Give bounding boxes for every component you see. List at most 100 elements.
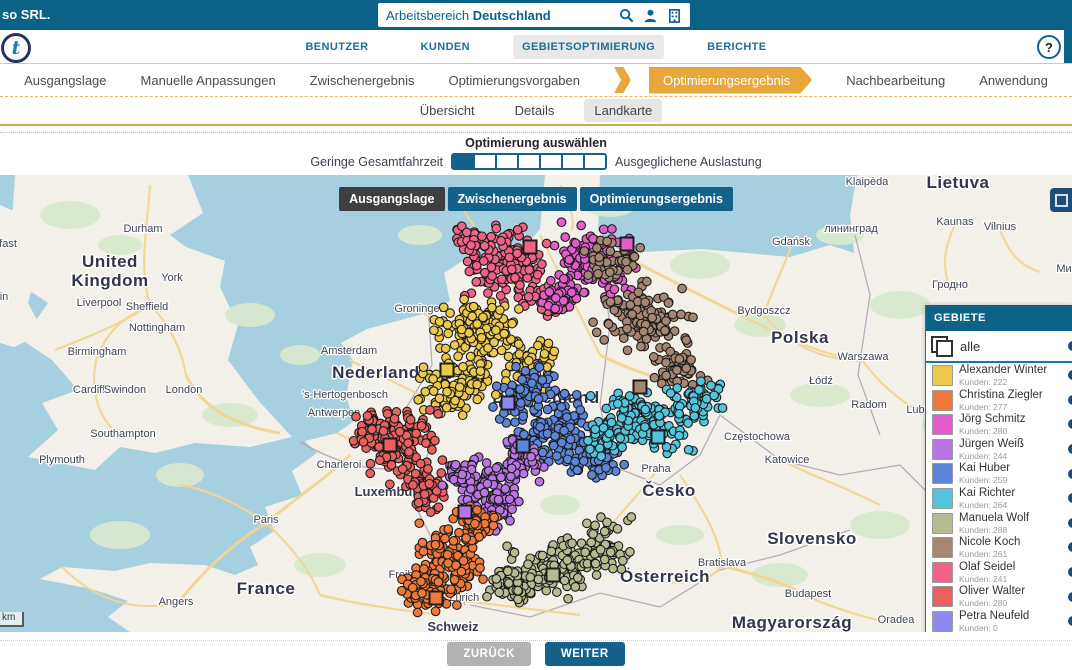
optimizer-slider[interactable]	[451, 153, 607, 170]
svg-text:Katowice: Katowice	[765, 454, 810, 466]
territory-color-swatch	[932, 513, 953, 534]
tab--bersicht[interactable]: Übersicht	[410, 99, 485, 122]
territory-name: Jörg Schmitz	[959, 413, 1025, 425]
optimizer-right-label: Ausgeglichene Auslastung	[615, 155, 762, 169]
gebiete-item-alexander-winter[interactable]: Alexander WinterKunden: 222	[926, 363, 1072, 388]
territory-customer-count: Kunden: 280	[959, 598, 1007, 608]
tab-landkarte[interactable]: Landkarte	[584, 99, 662, 122]
gebiete-panel-title: GEBIETE	[926, 305, 1072, 331]
svg-text:Swindon: Swindon	[104, 384, 146, 396]
territory-color-swatch	[932, 586, 953, 607]
row-handle-dot[interactable]	[1068, 444, 1072, 454]
territory-name: Kai Huber	[959, 462, 1010, 474]
user-icon[interactable]	[643, 8, 658, 23]
wizard-active-chevron-icon	[614, 67, 631, 93]
map-view-button-optimierungsergebnis[interactable]: Optimierungsergebnis	[580, 187, 733, 211]
svg-text:Bratislava: Bratislava	[698, 557, 747, 569]
svg-text:Nederland: Nederland	[332, 363, 420, 382]
gebiete-item-kai-richter[interactable]: Kai RichterKunden: 264	[926, 486, 1072, 511]
nav-item-berichte[interactable]: BERICHTE	[698, 35, 775, 59]
row-handle-dot[interactable]	[1068, 518, 1072, 528]
gebiete-item-kai-huber[interactable]: Kai HuberKunden: 259	[926, 461, 1072, 486]
main-nav: t BENUTZERKUNDENGEBIETSOPTIMIERUNGBERICH…	[0, 30, 1072, 64]
optimizer-segment-4[interactable]	[539, 153, 563, 170]
svg-text:Liverpool: Liverpool	[77, 297, 122, 309]
tab-details[interactable]: Details	[505, 99, 565, 122]
territory-customer-count: Kunden: 288	[959, 525, 1007, 535]
svg-text:Oradea: Oradea	[878, 614, 916, 626]
map-view-button-zwischenergebnis[interactable]: Zwischenergebnis	[448, 187, 577, 211]
nav-item-kunden[interactable]: KUNDEN	[412, 35, 479, 59]
gebiete-item-alle[interactable]: alle	[926, 331, 1072, 363]
brand-text: so SRL.	[2, 7, 50, 22]
optimizer-segment-1[interactable]	[473, 153, 497, 170]
optimizer-segment-0[interactable]	[451, 153, 475, 170]
gebiete-item-j-rg-schmitz[interactable]: Jörg SchmitzKunden: 280	[926, 412, 1072, 437]
workspace-search-box[interactable]: Arbeitsbereich Deutschland	[378, 3, 690, 27]
nav-item-gebietsoptimierung[interactable]: GEBIETSOPTIMIERUNG	[513, 35, 664, 59]
row-handle-dot[interactable]	[1068, 567, 1072, 577]
svg-text:France: France	[237, 579, 296, 598]
row-handle-dot[interactable]	[1068, 616, 1072, 626]
optimizer-segment-5[interactable]	[561, 153, 585, 170]
row-handle-dot[interactable]	[1068, 395, 1072, 405]
row-handle-dot[interactable]	[1068, 469, 1072, 479]
territory-color-swatch	[932, 365, 953, 386]
layers-all-icon	[931, 336, 953, 356]
optimizer-segment-3[interactable]	[517, 153, 541, 170]
territory-customer-count: Kunden: 222	[959, 377, 1007, 387]
wizard-step-ausgangslage[interactable]: Ausgangslage	[24, 73, 106, 88]
territory-name: Christina Ziegler	[959, 389, 1043, 401]
back-button[interactable]: ZURÜCK	[447, 642, 531, 666]
footer-bar: ZURÜCK WEITER	[0, 632, 1072, 670]
row-handle-dot[interactable]	[1068, 341, 1072, 351]
gebiete-panel: GEBIETE alle Alexander WinterKunden: 222…	[925, 305, 1072, 634]
row-handle-dot[interactable]	[1068, 493, 1072, 503]
wizard-step-nachbearbeitung[interactable]: Nachbearbeitung	[846, 73, 945, 88]
gebiete-item-j-rgen-wei-[interactable]: Jürgen WeißKunden: 244	[926, 437, 1072, 462]
svg-text:Gdańsk: Gdańsk	[772, 236, 810, 248]
optimizer-segment-2[interactable]	[495, 153, 519, 170]
territory-customer-count: Kunden: 241	[959, 574, 1007, 584]
row-handle-dot[interactable]	[1068, 370, 1072, 380]
territory-name: Manuela Wolf	[959, 512, 1029, 524]
optimizer-title: Optimierung auswählen	[0, 136, 1072, 150]
wizard-step-zwischenergebnis[interactable]: Zwischenergebnis	[310, 73, 415, 88]
gebiete-item-petra-neufeld[interactable]: Petra NeufeldKunden: 0	[926, 609, 1072, 634]
app-window: so SRL. Arbeitsbereich Deutschland t BEN…	[0, 0, 1072, 670]
wizard-step-optimierungsergebnis[interactable]: Optimierungsergebnis	[649, 67, 812, 94]
territory-name: Kai Richter	[959, 487, 1015, 499]
gebiete-item-oliver-walter[interactable]: Oliver WalterKunden: 280	[926, 584, 1072, 609]
optimizer-segment-6[interactable]	[583, 153, 607, 170]
svg-text:UnitedKingdom: UnitedKingdom	[71, 252, 148, 290]
wizard-step-optimierungsvorgaben[interactable]: Optimierungsvorgaben	[448, 73, 580, 88]
gebiete-item-nicole-koch[interactable]: Nicole KochKunden: 261	[926, 535, 1072, 560]
map-view-button-ausgangslage[interactable]: Ausgangslage	[339, 187, 444, 211]
row-handle-dot[interactable]	[1068, 419, 1072, 429]
optimizer-section: Optimierung auswählen Geringe Gesamtfahr…	[0, 126, 1072, 175]
map-scale-control: km	[0, 612, 24, 627]
wizard-step-anwendung[interactable]: Anwendung	[979, 73, 1048, 88]
row-handle-dot[interactable]	[1068, 592, 1072, 602]
help-button[interactable]: ?	[1037, 35, 1061, 59]
svg-text:fast: fast	[0, 238, 17, 250]
next-button[interactable]: WEITER	[545, 642, 625, 666]
nav-item-benutzer[interactable]: BENUTZER	[296, 35, 377, 59]
building-icon[interactable]	[667, 8, 682, 23]
row-handle-dot[interactable]	[1068, 542, 1072, 552]
svg-text:London: London	[166, 384, 203, 396]
panel-collapse-tab[interactable]	[1050, 188, 1072, 212]
wizard-step-manuelle-anpassungen[interactable]: Manuelle Anpassungen	[141, 73, 276, 88]
workspace-value[interactable]: Arbeitsbereich Deutschland	[386, 8, 619, 23]
svg-text:Amsterdam: Amsterdam	[321, 345, 377, 357]
gebiete-item-manuela-wolf[interactable]: Manuela WolfKunden: 288	[926, 511, 1072, 536]
nav-right-decoration	[1064, 30, 1072, 63]
map-canvas[interactable]: fastinDurhamUnitedKingdomYorkLiverpoolSh…	[0, 175, 1072, 634]
gebiete-item-olaf-seidel[interactable]: Olaf SeidelKunden: 241	[926, 560, 1072, 585]
territory-name: Alexander Winter	[959, 364, 1047, 376]
map-svg: fastinDurhamUnitedKingdomYorkLiverpoolSh…	[0, 175, 1072, 632]
gebiete-item-christina-ziegler[interactable]: Christina ZieglerKunden: 277	[926, 388, 1072, 413]
territory-name: Olaf Seidel	[959, 561, 1015, 573]
search-icon[interactable]	[619, 8, 634, 23]
svg-text:Bydgoszcz: Bydgoszcz	[737, 305, 790, 317]
